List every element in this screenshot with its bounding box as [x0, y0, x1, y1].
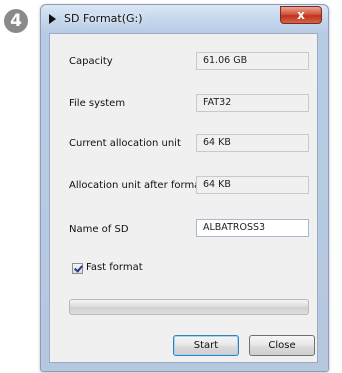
allocation-unit-after-format-value[interactable]: 64 KB — [196, 176, 309, 194]
window-title: SD Format(G:) — [64, 12, 143, 25]
name-of-sd-input[interactable]: ALBATROSS3 — [196, 219, 309, 237]
file-system-label: File system — [69, 98, 126, 109]
fast-format-label[interactable]: Fast format — [86, 262, 143, 273]
name-of-sd-label: Name of SD — [69, 224, 129, 235]
file-system-value: FAT32 — [196, 94, 309, 112]
current-allocation-unit-label: Current allocation unit — [69, 138, 181, 149]
format-progress-bar — [69, 299, 309, 315]
play-icon — [49, 14, 56, 24]
capacity-value: 61.06 GB — [196, 52, 309, 70]
capacity-label: Capacity — [69, 56, 113, 67]
allocation-unit-after-format-label: Allocation unit after format — [69, 180, 205, 191]
fast-format-checkbox[interactable] — [72, 263, 83, 274]
step-number-badge: 4 — [4, 9, 28, 33]
current-allocation-unit-value: 64 KB — [196, 134, 309, 152]
sd-format-dialog: SD Format(G:) x Capacity 61.06 GB File s… — [40, 4, 329, 372]
dialog-body: Capacity 61.06 GB File system FAT32 Curr… — [49, 33, 318, 363]
close-button[interactable]: Close — [249, 335, 315, 356]
start-button[interactable]: Start — [173, 335, 239, 356]
title-bar[interactable]: SD Format(G:) x — [41, 5, 328, 32]
window-close-button[interactable]: x — [280, 6, 322, 24]
